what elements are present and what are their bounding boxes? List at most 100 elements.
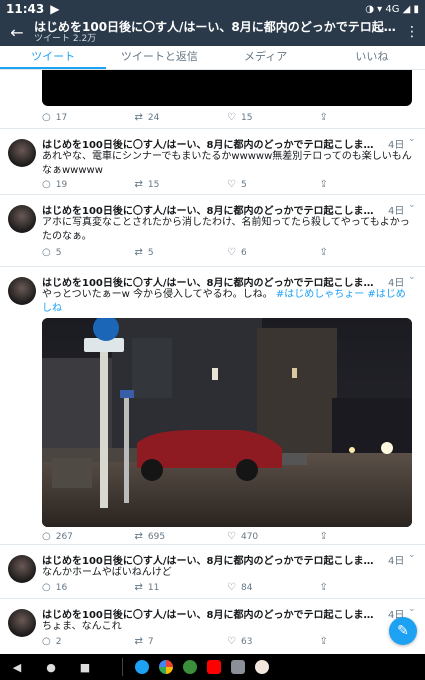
reply-count: 17 <box>55 112 68 123</box>
status-bar: 11:43 ▶ ◑ ▾ 4G ◢ ▮ <box>0 0 425 18</box>
like-icon: ♡ <box>227 112 236 123</box>
previous-tweet-media[interactable] <box>42 70 412 106</box>
retweet-button[interactable]: ⇄ 5 <box>135 247 228 258</box>
status-indicators: ◑ ▾ 4G ◢ ▮ <box>365 3 419 15</box>
night-street-photo <box>42 318 412 527</box>
reply-button[interactable]: ○ 19 <box>42 179 135 190</box>
like-count: 84 <box>240 582 253 593</box>
chrome-app-icon[interactable] <box>159 660 173 674</box>
share-button[interactable]: ⇪ <box>320 582 413 593</box>
reply-count: 267 <box>55 531 73 542</box>
reply-button[interactable]: ○ 5 <box>42 247 135 258</box>
chevron-down-icon[interactable]: ⌄ <box>408 604 416 614</box>
reply-icon: ○ <box>42 582 51 593</box>
retweet-button[interactable]: ⇄ 24 <box>135 112 228 123</box>
like-button[interactable]: ♡ 84 <box>227 582 320 593</box>
tweet[interactable]: はじめを100日後に〇す人/はーい、8月に都内のどっかでテロ起こしまー… 4日 … <box>0 266 425 544</box>
avatar[interactable] <box>8 139 36 167</box>
tweet-date: 4日 <box>388 140 405 151</box>
tweet-body: やっとついたぁーw 今から侵入してやるわ。しね。 <box>42 289 273 300</box>
header-titles: はじめを100日後に〇す人/はーい、8月に都内のどっかでテロ起こしま… ツイート… <box>34 20 399 45</box>
tab-media[interactable]: メディア <box>213 46 319 69</box>
tweet[interactable]: はじめを100日後に〇す人/はーい、8月に都内のどっかでテロ起こしまー… 4日 … <box>0 194 425 266</box>
tab-tweets[interactable]: ツイート <box>0 46 107 69</box>
tweet-author: はじめを100日後に〇す人/はーい、8月に都内のどっかでテロ起こしまー… <box>42 140 378 151</box>
avatar[interactable] <box>8 277 36 305</box>
tweet[interactable]: はじめを100日後に〇す人/はーい、8月に都内のどっかでテロ起こしまー… 4日 … <box>0 544 425 598</box>
twitter-app-icon[interactable] <box>135 660 149 674</box>
tab-likes[interactable]: いいね <box>319 46 425 69</box>
tweet-date: 4日 <box>388 556 405 567</box>
like-icon: ♡ <box>227 179 236 190</box>
retweet-count: 11 <box>147 582 160 593</box>
share-button[interactable]: ⇪ <box>320 112 413 123</box>
reply-icon: ○ <box>42 247 51 258</box>
nav-back-icon[interactable]: ◀ <box>0 661 34 674</box>
share-button[interactable]: ⇪ <box>320 179 413 190</box>
reply-button[interactable]: ○ 267 <box>42 531 135 542</box>
retweet-button[interactable]: ⇄ 7 <box>135 636 228 647</box>
tweet-actions: ○ 267 ⇄ 695 ♡ 470 ⇪ <box>42 531 412 542</box>
chevron-down-icon[interactable]: ⌄ <box>408 134 416 144</box>
nav-recents-icon[interactable]: ■ <box>68 661 102 674</box>
tweet-text: ちょま、なんこれ <box>42 621 122 632</box>
share-button[interactable]: ⇪ <box>320 247 413 258</box>
chevron-down-icon[interactable]: ⌄ <box>408 550 416 560</box>
tweet-feed[interactable]: ○ 17 ⇄ 24 ♡ 15 ⇪ はじめを100日後に〇す人/はーい、8月に都内のどっ… <box>0 70 425 654</box>
tweet-text: アホに写真変なことされたから消したわけ、名前知ってたら殺してやってもよかったのな… <box>42 217 410 242</box>
like-count: 5 <box>240 179 247 190</box>
back-arrow-icon[interactable]: ← <box>0 23 34 42</box>
chevron-down-icon[interactable]: ⌄ <box>408 200 416 210</box>
previous-tweet-actions: ○ 17 ⇄ 24 ♡ 15 ⇪ <box>42 112 412 123</box>
tweet-author: はじめを100日後に〇す人/はーい、8月に都内のどっかでテロ起こしまー… <box>42 610 378 621</box>
share-icon: ⇪ <box>319 179 328 190</box>
more-options-icon[interactable]: ⋮ <box>399 24 425 40</box>
game-app-icon[interactable] <box>183 660 197 674</box>
retweet-count: 15 <box>147 179 160 190</box>
retweet-icon: ⇄ <box>134 179 143 190</box>
like-count: 15 <box>240 112 253 123</box>
like-button[interactable]: ♡ 470 <box>227 531 320 542</box>
retweet-icon: ⇄ <box>134 531 143 542</box>
app-icon[interactable] <box>231 660 245 674</box>
retweet-button[interactable]: ⇄ 15 <box>135 179 228 190</box>
tweet-photo[interactable] <box>42 318 412 527</box>
compose-tweet-button[interactable]: ✎ <box>389 617 417 645</box>
nav-home-icon[interactable]: ● <box>34 661 68 674</box>
retweet-count: 7 <box>147 636 154 647</box>
tweet[interactable]: はじめを100日後に〇す人/はーい、8月に都内のどっかでテロ起こしまー… 4日 … <box>0 128 425 194</box>
reply-button[interactable]: ○ 2 <box>42 636 135 647</box>
like-button[interactable]: ♡ 63 <box>227 636 320 647</box>
retweet-button[interactable]: ⇄ 695 <box>135 531 228 542</box>
reply-button[interactable]: ○ 16 <box>42 582 135 593</box>
reply-button[interactable]: ○ 17 <box>42 112 135 123</box>
avatar[interactable] <box>8 609 36 637</box>
tweet-date: 4日 <box>388 206 405 217</box>
youtube-app-icon[interactable] <box>207 660 221 674</box>
tweet[interactable]: はじめを100日後に〇す人/はーい、8月に都内のどっかでテロ起こしまー… 4日 … <box>0 598 425 654</box>
reply-count: 16 <box>55 582 68 593</box>
status-time: 11:43 <box>6 2 45 16</box>
tweet-date: 4日 <box>388 278 405 289</box>
chevron-down-icon[interactable]: ⌄ <box>408 272 416 282</box>
tab-tweets-and-replies[interactable]: ツイートと返信 <box>106 46 212 69</box>
like-button[interactable]: ♡ 15 <box>227 112 320 123</box>
retweet-icon: ⇄ <box>134 247 143 258</box>
tweet-actions: ○ 5 ⇄ 5 ♡ 6 ⇪ <box>42 247 412 258</box>
app-icon[interactable] <box>255 660 269 674</box>
reply-count: 19 <box>55 179 68 190</box>
tweet-author: はじめを100日後に〇す人/はーい、8月に都内のどっかでテロ起こしまー… <box>42 206 378 217</box>
reply-icon: ○ <box>42 179 51 190</box>
retweet-button[interactable]: ⇄ 11 <box>135 582 228 593</box>
avatar[interactable] <box>8 205 36 233</box>
like-button[interactable]: ♡ 6 <box>227 247 320 258</box>
tweet-author: はじめを100日後に〇す人/はーい、8月に都内のどっかでテロ起こしまー… <box>42 278 378 289</box>
reply-icon: ○ <box>42 636 51 647</box>
tweet-actions: ○ 19 ⇄ 15 ♡ 5 ⇪ <box>42 179 412 190</box>
like-button[interactable]: ♡ 5 <box>227 179 320 190</box>
reply-icon: ○ <box>42 112 51 123</box>
like-count: 63 <box>240 636 253 647</box>
retweet-icon: ⇄ <box>134 582 143 593</box>
avatar[interactable] <box>8 555 36 583</box>
share-button[interactable]: ⇪ <box>320 531 413 542</box>
